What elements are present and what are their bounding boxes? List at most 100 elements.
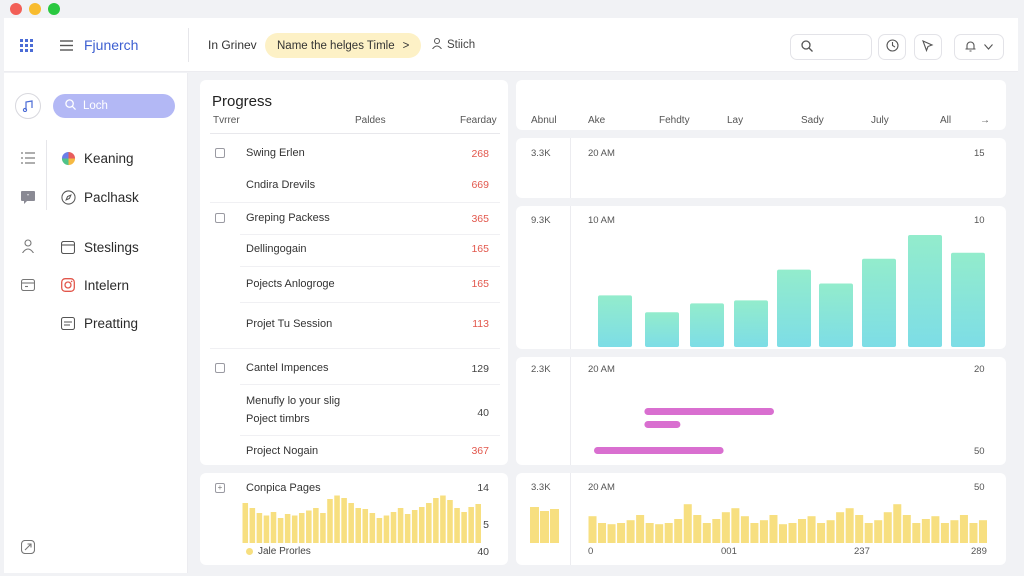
table-row[interactable]: Projet Tu Session [246, 318, 332, 330]
timeline-header-label[interactable]: Lay [727, 115, 743, 126]
pointer-button[interactable] [914, 34, 942, 60]
checkbox-icon[interactable] [215, 363, 225, 373]
pages-bar [263, 515, 270, 543]
table-row[interactable]: Poject timbrs [246, 413, 310, 425]
sidebar-item-preatting[interactable]: Preatting [60, 313, 138, 333]
top-bar: Fjunerch In Grinev Name the helges Timle… [4, 18, 1018, 72]
list-icon[interactable] [18, 148, 38, 168]
row-value: 365 [471, 213, 489, 225]
x-tick-label: 0 [588, 546, 594, 557]
pages-bar [355, 508, 361, 543]
yellow-bar [902, 515, 911, 543]
pages-bar [376, 518, 383, 543]
expand-icon[interactable]: + [215, 483, 225, 493]
chart-time-label: 20 AM [588, 364, 615, 375]
search-box[interactable] [790, 34, 872, 60]
table-row[interactable]: Cantel Impences [246, 362, 329, 374]
color-wheel-icon [60, 150, 76, 166]
chat-bubble-icon[interactable]: " [18, 187, 38, 207]
pages-bar [418, 507, 425, 543]
table-row[interactable]: Cndira Drevils [246, 179, 315, 191]
svg-text:": " [27, 194, 29, 200]
x-tick-label: 237 [854, 546, 870, 557]
timeline-header-label[interactable]: → [980, 115, 990, 126]
pages-bar [461, 512, 467, 543]
row-divider [240, 234, 500, 235]
table-row[interactable]: Swing Erlen [246, 147, 305, 159]
row-value: 165 [471, 278, 489, 290]
yellow-bar [921, 519, 930, 543]
yellow-bar [950, 520, 959, 543]
maximize-window-button[interactable] [48, 3, 60, 15]
mini-bar [540, 511, 549, 543]
gantt-bar [594, 447, 724, 454]
timeline-header-label[interactable]: Sady [801, 115, 824, 126]
gantt-bar [644, 421, 681, 428]
app-name: Fjunerch [84, 37, 139, 53]
grid-menu-icon[interactable] [20, 18, 33, 72]
pages-bar [447, 500, 453, 543]
teal-bar [645, 312, 679, 347]
row-value: 129 [471, 363, 489, 375]
checkbox-icon[interactable] [215, 213, 225, 223]
teal-bar [908, 234, 942, 347]
yellow-bar [826, 520, 835, 543]
pages-bar [249, 508, 256, 543]
table-row[interactable]: Pojects Anlogroge [246, 278, 335, 290]
clipboard-icon [60, 315, 76, 331]
table-row[interactable]: Greping Packess [246, 212, 330, 224]
sidebar-item-paclhask[interactable]: Paclhask [60, 187, 139, 207]
sidebar-item-steslings[interactable]: Steslings [60, 237, 139, 257]
breadcrumb-pill[interactable]: Name the helges Timle > [265, 33, 422, 58]
close-window-button[interactable] [10, 3, 22, 15]
row-divider [210, 202, 500, 203]
export-icon[interactable] [18, 537, 38, 557]
table-row[interactable]: Menufly lo your slig [246, 395, 340, 407]
table-row[interactable]: Project Nogain [246, 445, 318, 457]
gantt-bar [644, 408, 774, 415]
user-icon [432, 38, 442, 52]
calendar-icon[interactable] [18, 274, 38, 294]
timeline-header-label[interactable]: All [940, 115, 951, 126]
stitch-label: Stiich [447, 39, 476, 51]
row-value: 165 [471, 243, 489, 255]
pages-bar [468, 507, 474, 543]
minimize-window-button[interactable] [29, 3, 41, 15]
pages-bar [320, 513, 326, 543]
audio-icon[interactable] [15, 93, 41, 119]
pages-bar [242, 503, 249, 543]
timeline-header-label[interactable]: July [871, 115, 889, 126]
sidebar-item-keaning[interactable]: Keaning [60, 148, 134, 168]
yellow-bar [855, 515, 864, 543]
table-row[interactable]: Dellingogain [246, 243, 307, 255]
timeline-header-label[interactable]: Abnul [531, 115, 557, 126]
pages-bar [341, 498, 347, 543]
yellow-bar [788, 523, 797, 543]
teal-bar-chart [598, 234, 985, 347]
checkbox-icon[interactable] [215, 148, 225, 158]
sidebar-item-label: Steslings [84, 239, 139, 255]
yellow-bar [845, 508, 854, 543]
stitch-link[interactable]: Stiich [432, 18, 475, 72]
sidebar-search[interactable]: Loch [53, 94, 175, 118]
progress-col-header: Fearday [460, 115, 497, 126]
yellow-bar [731, 508, 740, 543]
chart-left-label: 3.3K [531, 148, 551, 159]
yellow-bar [712, 519, 721, 543]
timeline-header-label[interactable]: Fehdty [659, 115, 690, 126]
yellow-bar [883, 512, 892, 543]
row-value: 268 [471, 148, 489, 160]
chart-left-label: 2.3K [531, 364, 551, 375]
pages-bar-chart [242, 495, 481, 543]
header-divider [210, 133, 500, 134]
chart-right-label: 50 [974, 482, 985, 493]
clock-button[interactable] [878, 34, 906, 60]
timeline-header-label[interactable]: Ake [588, 115, 605, 126]
person-icon[interactable] [18, 236, 38, 256]
hamburger-menu-icon[interactable] [60, 18, 73, 72]
chart-right-label: 20 [974, 364, 985, 375]
sidebar-item-intelern[interactable]: Intelern [60, 275, 129, 295]
breadcrumb[interactable]: In Grinev [208, 18, 257, 72]
profile-dropdown[interactable] [954, 34, 1004, 60]
mini-bar-chart [530, 507, 559, 543]
